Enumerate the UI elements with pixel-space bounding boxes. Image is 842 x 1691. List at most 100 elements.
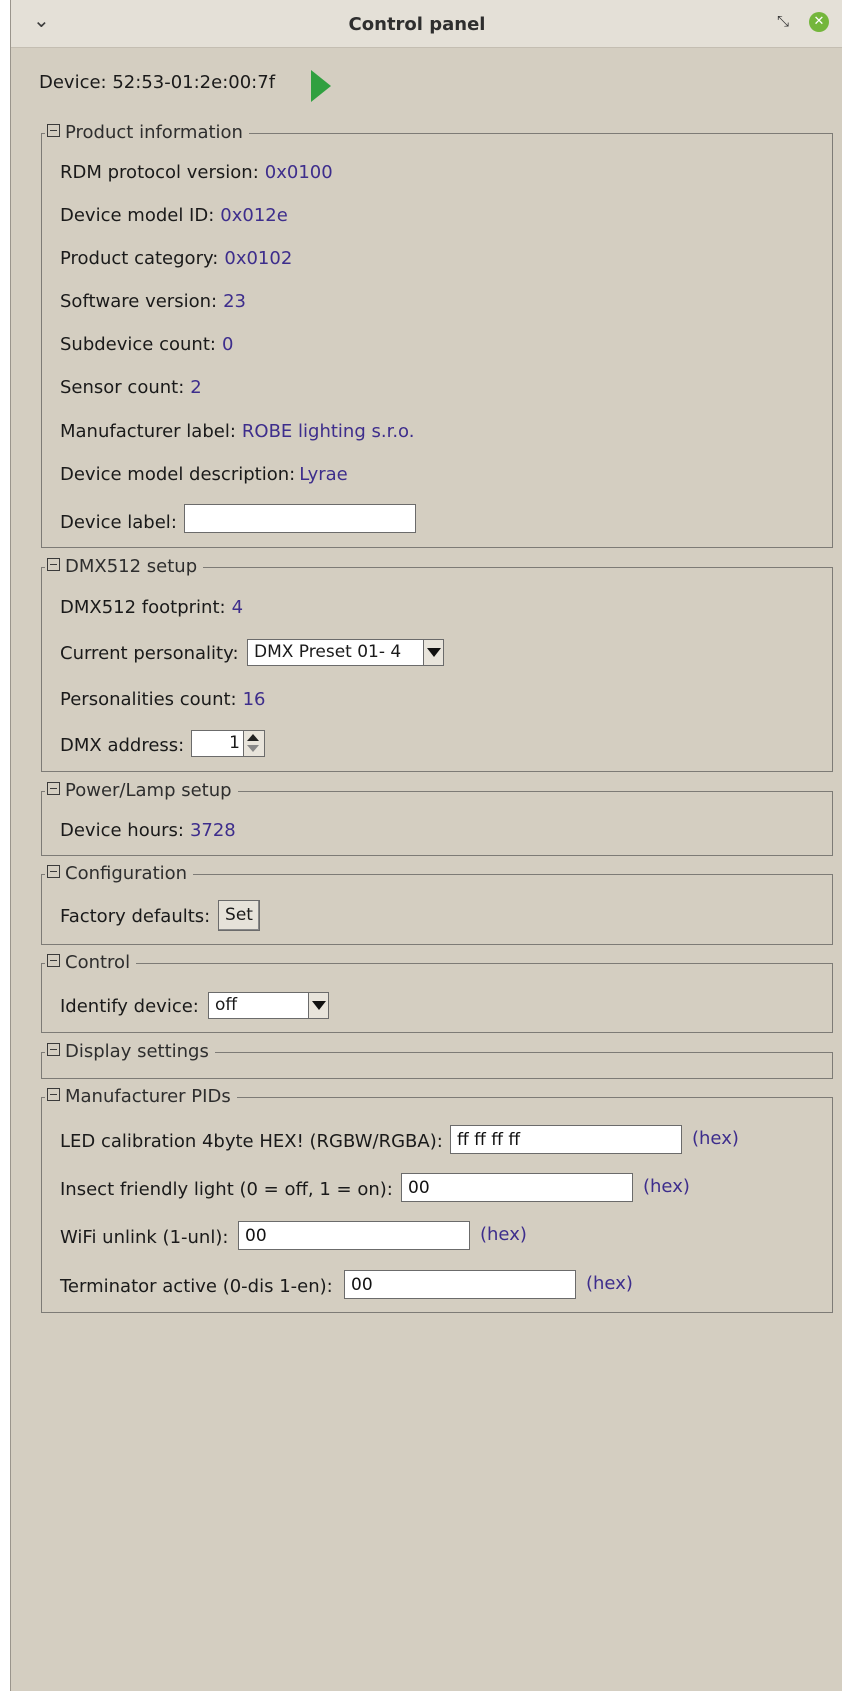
terminator-active-hex-suffix: (hex) — [586, 1273, 633, 1294]
dmx512-setup-group: DMX512 setup DMX512 footprint: 4 Current … — [41, 556, 833, 772]
wifi-unlink-input[interactable] — [238, 1221, 470, 1250]
control-panel-window: ⌄ Control panel ⤡ ✕ Device: 52:53-01:2e:… — [10, 0, 842, 1691]
wifi-unlink-label: WiFi unlink (1-unl): — [60, 1227, 229, 1248]
product-information-group: Product information RDM protocol version… — [41, 122, 833, 548]
configuration-group: Configuration Factory defaults: Set — [41, 863, 833, 945]
current-personality-label: Current personality: — [60, 643, 239, 664]
led-calibration-label: LED calibration 4byte HEX! (RGBW/RGBA): — [60, 1131, 443, 1152]
subdevice-count-row: Subdevice count: 0 — [60, 334, 233, 355]
current-personality-row: Current personality: — [60, 643, 239, 664]
insect-friendly-input[interactable] — [401, 1173, 633, 1202]
spin-up-icon[interactable] — [247, 734, 259, 741]
control-legend[interactable]: Control — [45, 952, 137, 974]
factory-defaults-row: Factory defaults: — [60, 906, 210, 927]
identify-device-row: Identify device: — [60, 996, 199, 1017]
factory-defaults-label: Factory defaults: — [60, 906, 211, 927]
device-label-label: Device label: — [60, 512, 177, 533]
dmx-footprint-row: DMX512 footprint: 4 — [60, 597, 243, 618]
chevron-down-icon[interactable] — [423, 640, 443, 665]
sensor-count-value: 2 — [190, 377, 202, 398]
product-category-row: Product category: 0x0102 — [60, 248, 292, 269]
restore-icon[interactable]: ⤡ — [777, 12, 789, 30]
wifi-unlink-hex-suffix: (hex) — [480, 1224, 527, 1245]
power-lamp-setup-group: Power/Lamp setup Device hours: 3728 — [41, 780, 833, 856]
dmx-footprint-value: 4 — [231, 597, 244, 618]
device-label-input[interactable] — [184, 504, 416, 533]
device-row: Device: 52:53-01:2e:00:7f — [39, 72, 275, 93]
dmx-address-label: DMX address: — [60, 735, 185, 756]
terminator-active-row: Terminator active (0-dis 1-en): — [60, 1276, 333, 1297]
subdevice-count-value: 0 — [221, 334, 234, 355]
collapse-icon[interactable] — [47, 1088, 60, 1101]
insect-friendly-hex-suffix: (hex) — [643, 1176, 690, 1197]
play-icon[interactable] — [311, 70, 331, 102]
dmx-address-value: 1 — [229, 733, 240, 753]
window-title: Control panel — [348, 14, 486, 35]
identify-device-label: Identify device: — [60, 996, 199, 1017]
sensor-count-label: Sensor count: — [60, 377, 185, 398]
rdm-version-row: RDM protocol version: 0x0100 — [60, 162, 333, 183]
collapse-icon[interactable] — [47, 1043, 60, 1056]
control-group: Control Identify device: off — [41, 952, 833, 1033]
product-category-label: Product category: — [60, 248, 219, 269]
software-version-value: 23 — [223, 291, 246, 312]
terminator-active-label: Terminator active (0-dis 1-en): — [60, 1276, 333, 1297]
device-hours-value: 3728 — [189, 820, 236, 841]
spin-buttons[interactable] — [243, 731, 264, 756]
configuration-legend[interactable]: Configuration — [45, 863, 194, 885]
display-settings-group: Display settings — [41, 1041, 833, 1079]
model-description-label: Device model description: — [60, 464, 296, 485]
rdm-version-label: RDM protocol version: — [60, 162, 259, 183]
rdm-version-value: 0x0100 — [264, 162, 333, 183]
collapse-icon[interactable] — [47, 865, 60, 878]
display-settings-legend[interactable]: Display settings — [45, 1041, 215, 1063]
collapse-icon[interactable] — [47, 558, 60, 571]
model-description-value: Lyrae — [299, 464, 348, 485]
model-id-label: Device model ID: — [60, 205, 215, 226]
device-id-label: Device: 52:53-01:2e:00:7f — [39, 72, 276, 93]
collapse-icon[interactable] — [47, 782, 60, 795]
collapse-icon[interactable] — [47, 124, 60, 137]
spin-down-icon[interactable] — [247, 745, 259, 752]
led-calibration-input[interactable] — [450, 1125, 682, 1154]
collapse-icon[interactable] — [47, 954, 60, 967]
manufacturer-label-row: Manufacturer label: ROBE lighting s.r.o. — [60, 421, 414, 442]
device-hours-row: Device hours: 3728 — [60, 820, 236, 841]
personalities-count-label: Personalities count: — [60, 689, 237, 710]
dmx-address-row: DMX address: — [60, 735, 184, 756]
product-information-legend[interactable]: Product information — [45, 122, 249, 144]
power-lamp-setup-legend[interactable]: Power/Lamp setup — [45, 780, 238, 802]
title-bar: ⌄ Control panel ⤡ ✕ — [11, 0, 842, 48]
dmx-address-spinbox[interactable]: 1 — [191, 730, 265, 757]
personality-select-value: DMX Preset 01- 4 — [254, 642, 402, 662]
personalities-count-value: 16 — [242, 689, 266, 710]
software-version-row: Software version: 23 — [60, 291, 246, 312]
close-icon[interactable]: ✕ — [809, 12, 829, 32]
chevron-down-icon[interactable] — [308, 993, 328, 1018]
led-calibration-row: LED calibration 4byte HEX! (RGBW/RGBA): — [60, 1131, 443, 1152]
insect-friendly-row: Insect friendly light (0 = off, 1 = on): — [60, 1179, 393, 1200]
wifi-unlink-row: WiFi unlink (1-unl): — [60, 1227, 228, 1248]
dmx-footprint-label: DMX512 footprint: — [60, 597, 226, 618]
device-hours-label: Device hours: — [60, 820, 184, 841]
manufacturer-pids-group: Manufacturer PIDs LED calibration 4byte … — [41, 1086, 833, 1313]
factory-defaults-set-button[interactable]: Set — [218, 900, 260, 931]
model-id-value: 0x012e — [220, 205, 288, 226]
software-version-label: Software version: — [60, 291, 218, 312]
dmx512-setup-legend[interactable]: DMX512 setup — [45, 556, 204, 578]
personalities-count-row: Personalities count: 16 — [60, 689, 266, 710]
product-category-value: 0x0102 — [224, 248, 293, 269]
insect-friendly-label: Insect friendly light (0 = off, 1 = on): — [60, 1179, 393, 1200]
sensor-count-row: Sensor count: 2 — [60, 377, 202, 398]
identify-device-value: off — [215, 995, 238, 1015]
personality-select[interactable]: DMX Preset 01- 4 — [247, 639, 444, 666]
model-description-row: Device model description: Lyrae — [60, 464, 348, 485]
led-calibration-hex-suffix: (hex) — [692, 1128, 739, 1149]
manufacturer-label-value: ROBE lighting s.r.o. — [241, 421, 415, 442]
subdevice-count-label: Subdevice count: — [60, 334, 216, 355]
terminator-active-input[interactable] — [344, 1270, 576, 1299]
identify-device-select[interactable]: off — [208, 992, 329, 1019]
device-label-row: Device label: — [60, 512, 177, 533]
manufacturer-label-label: Manufacturer label: — [60, 421, 236, 442]
manufacturer-pids-legend[interactable]: Manufacturer PIDs — [45, 1086, 237, 1108]
